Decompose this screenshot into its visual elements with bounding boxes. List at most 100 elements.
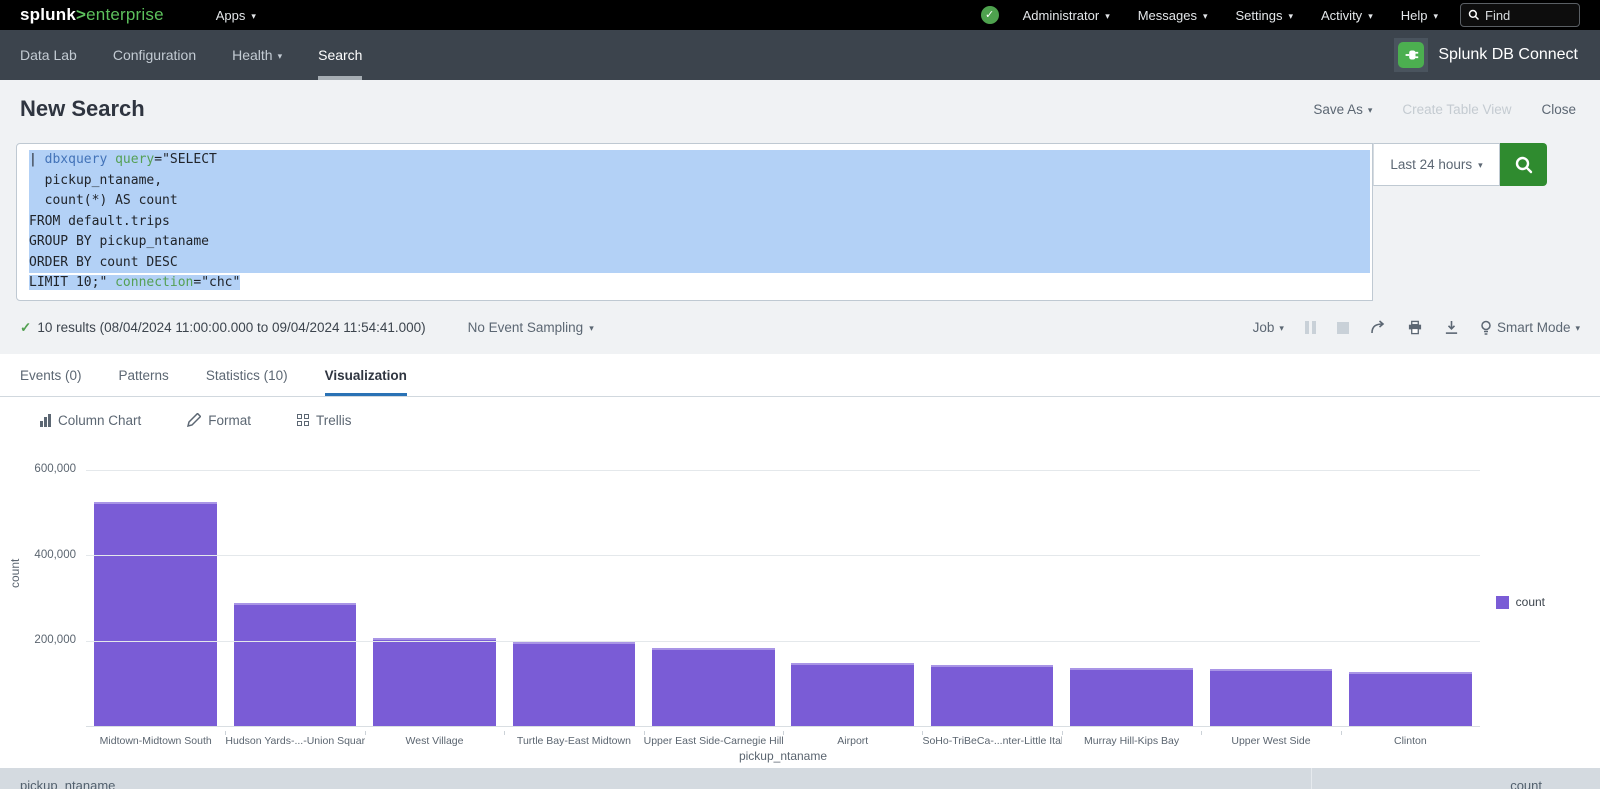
pause-button[interactable] — [1305, 321, 1316, 334]
bar[interactable] — [652, 648, 775, 726]
save-as-label: Save As — [1313, 102, 1363, 117]
print-icon — [1407, 320, 1423, 335]
help-menu[interactable]: Help▾ — [1387, 0, 1452, 30]
chart-type-picker[interactable]: Column Chart — [40, 413, 141, 428]
column-header-pickup-ntaname[interactable]: pickup_ntaname — [0, 768, 1312, 789]
bar[interactable] — [1349, 672, 1472, 726]
chevron-down-icon: ▾ — [1279, 324, 1284, 333]
spl-param: connection — [115, 275, 193, 290]
event-sampling-label: No Event Sampling — [468, 320, 584, 335]
time-range-picker[interactable]: Last 24 hours▾ — [1373, 143, 1500, 186]
settings-menu[interactable]: Settings▾ — [1222, 0, 1308, 30]
stop-button[interactable] — [1337, 322, 1349, 334]
query-line: | dbxquery query="SELECT — [29, 150, 1370, 171]
tab-patterns[interactable]: Patterns — [119, 354, 169, 396]
page-title: New Search — [20, 96, 1283, 122]
health-check-icon[interactable]: ✓ — [981, 6, 999, 24]
spl-text: count(*) AS count — [29, 193, 178, 208]
print-button[interactable] — [1407, 320, 1423, 335]
run-search-button[interactable] — [1500, 143, 1547, 186]
save-as-button[interactable]: Save As ▾ — [1313, 102, 1372, 117]
job-menu[interactable]: Job▾ — [1253, 320, 1284, 335]
spl-text: ="chc" — [193, 275, 240, 290]
spl-text: LIMIT 10;" — [29, 275, 115, 290]
app-title: Splunk DB Connect — [1438, 46, 1578, 64]
nav-item-configuration[interactable]: Configuration — [95, 30, 214, 80]
bar[interactable] — [1070, 668, 1193, 726]
bar[interactable] — [94, 502, 217, 726]
chevron-down-icon: ▾ — [1368, 106, 1373, 115]
close-button[interactable]: Close — [1541, 102, 1576, 117]
search-mode-dropdown[interactable]: Smart Mode▾ — [1480, 320, 1580, 336]
nav-item-search[interactable]: Search — [300, 30, 380, 80]
format-button[interactable]: Format — [187, 413, 251, 428]
pause-icon — [1305, 321, 1316, 334]
query-line: count(*) AS count — [29, 191, 1370, 212]
tab-visualization[interactable]: Visualization — [325, 354, 407, 396]
bar[interactable] — [791, 663, 914, 726]
plot-area — [86, 470, 1480, 727]
y-axis: 200,000400,000600,000 — [0, 470, 76, 727]
success-check-icon: ✓ — [20, 320, 31, 336]
result-tabs: Events (0) Patterns Statistics (10) Visu… — [0, 354, 1600, 397]
gridline — [86, 555, 1480, 556]
apps-menu-label: Apps — [216, 8, 246, 23]
chart-type-label: Column Chart — [58, 413, 141, 428]
spl-command: dbxquery — [45, 152, 108, 167]
splunk-logo[interactable]: splunk>enterprise — [20, 5, 164, 25]
logo-enterprise: enterprise — [86, 5, 164, 24]
bar[interactable] — [1210, 669, 1333, 726]
bar-slot — [1201, 470, 1340, 726]
messages-menu[interactable]: Messages▾ — [1124, 0, 1222, 30]
export-button[interactable] — [1444, 320, 1459, 335]
event-sampling-dropdown[interactable]: No Event Sampling▾ — [468, 320, 594, 335]
legend-item-count[interactable]: count — [1496, 595, 1545, 609]
search-input[interactable]: | dbxquery query="SELECT pickup_ntaname,… — [16, 143, 1373, 301]
bar-slot — [225, 470, 364, 726]
category-label: Clinton — [1341, 731, 1480, 747]
category-label: Midtown-Midtown South — [86, 731, 225, 747]
search-band: New Search Save As ▾ Create Table View Cl… — [0, 80, 1600, 354]
query-line: GROUP BY pickup_ntaname — [29, 232, 1370, 253]
bar[interactable] — [234, 603, 357, 726]
search-bar-row: | dbxquery query="SELECT pickup_ntaname,… — [16, 143, 1547, 301]
format-label: Format — [208, 413, 251, 428]
smart-mode-label: Smart Mode — [1497, 320, 1571, 335]
find-input[interactable] — [1485, 8, 1565, 23]
activity-menu[interactable]: Activity▾ — [1307, 0, 1387, 30]
apps-menu[interactable]: Apps▾ — [202, 0, 270, 30]
nav-item-health[interactable]: Health▾ — [214, 30, 300, 80]
bar[interactable] — [931, 665, 1054, 726]
category-label: West Village — [365, 731, 504, 747]
search-icon — [1468, 9, 1480, 21]
app-nav-bar: Data Lab Configuration Health▾ Search Sp… — [0, 30, 1600, 80]
spl-text: ORDER BY count DESC — [29, 255, 178, 270]
legend-label: count — [1516, 595, 1545, 609]
column-header-count[interactable]: count — [1312, 768, 1600, 789]
spl-param: query — [115, 152, 154, 167]
trellis-button[interactable]: Trellis — [297, 413, 352, 428]
tab-statistics[interactable]: Statistics (10) — [206, 354, 288, 396]
create-table-view-label: Create Table View — [1402, 102, 1511, 117]
y-tick-label: 600,000 — [0, 463, 76, 475]
results-bar: ✓ 10 results (08/04/2024 11:00:00.000 to… — [0, 301, 1600, 354]
chevron-down-icon: ▾ — [1288, 12, 1293, 21]
administrator-menu[interactable]: Administrator▾ — [1009, 0, 1124, 30]
bar-slot — [922, 470, 1061, 726]
logo-splunk: splunk — [20, 5, 76, 24]
trellis-label: Trellis — [316, 413, 352, 428]
tab-events[interactable]: Events (0) — [20, 354, 82, 396]
find-search-box[interactable] — [1460, 3, 1580, 27]
spl-text: GROUP BY pickup_ntaname — [29, 234, 209, 249]
share-button[interactable] — [1370, 320, 1386, 335]
gridline — [86, 470, 1480, 471]
bar[interactable] — [513, 642, 636, 726]
bar[interactable] — [373, 638, 496, 726]
bar-slot — [504, 470, 643, 726]
spl-text: ="SELECT — [154, 152, 217, 167]
column-chart: count 200,000400,000600,000 Midtown-Midt… — [0, 443, 1600, 768]
top-bar: splunk>enterprise Apps▾ ✓ Administrator▾… — [0, 0, 1600, 30]
nav-item-data-lab[interactable]: Data Lab — [0, 30, 95, 80]
bar-slot — [783, 470, 922, 726]
app-identity[interactable]: Splunk DB Connect — [1394, 30, 1600, 80]
